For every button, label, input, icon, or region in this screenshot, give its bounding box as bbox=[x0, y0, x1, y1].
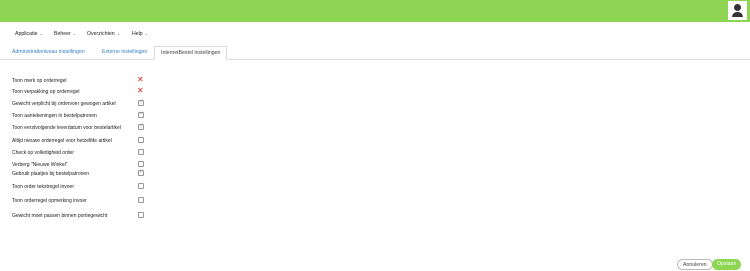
setting-label: Toon aantekeningen in bestelpatronen bbox=[12, 113, 97, 119]
user-icon-head bbox=[734, 4, 741, 11]
setting-row: Toon aantekeningen in bestelpatronen bbox=[12, 111, 152, 121]
menu-help[interactable]: Help ⌄ bbox=[132, 31, 148, 37]
setting-label: Toon orderregel opmerking invoer bbox=[12, 198, 87, 204]
checkbox[interactable] bbox=[138, 197, 144, 203]
checkbox-checked[interactable] bbox=[138, 99, 144, 106]
tab-bar: Administratieniveau instellingen Externe… bbox=[0, 46, 750, 60]
menu-bar: Applicatie ⌄ Beheer ⌄ Overzichten ⌄ Help ⌄ bbox=[0, 28, 750, 42]
setting-label: Toon merk op orderregel bbox=[12, 78, 67, 84]
setting-row: Toon orderregel opmerking invoer bbox=[12, 197, 152, 206]
checkbox[interactable] bbox=[138, 149, 144, 155]
checkbox[interactable] bbox=[138, 212, 144, 218]
setting-row: Verberg "Nieuwe Winkel" bbox=[12, 161, 152, 170]
setting-row: Gewicht verplicht bij ordervoer gewogen … bbox=[12, 99, 152, 109]
setting-row: Toon verpakking op orderregel ✕ bbox=[12, 87, 152, 97]
checkbox-checked[interactable] bbox=[138, 169, 144, 176]
setting-row: Toon merk op orderregel ✕ bbox=[12, 76, 152, 86]
top-bar bbox=[0, 0, 750, 22]
cross-icon[interactable]: ✕ bbox=[137, 87, 144, 95]
menu-label: Applicatie bbox=[15, 31, 38, 37]
menu-label: Help bbox=[132, 31, 143, 37]
setting-label: Check op volledigheid order bbox=[12, 150, 74, 156]
setting-row: Altijd nieuwe orderregel voor hetzelfde … bbox=[12, 137, 152, 146]
setting-label: Toon order tekstregel invoer bbox=[12, 184, 74, 190]
setting-label: Gewicht moet passen binnen portiegewicht bbox=[12, 213, 108, 219]
menu-beheer[interactable]: Beheer ⌄ bbox=[54, 31, 76, 37]
chevron-down-icon: ⌄ bbox=[72, 31, 77, 36]
setting-row: Check op volledigheid order bbox=[12, 149, 152, 158]
tab-externe[interactable]: Externe instellingen bbox=[96, 46, 153, 58]
checkbox-checked[interactable] bbox=[138, 111, 144, 118]
chevron-down-icon: ⌄ bbox=[116, 31, 121, 36]
setting-row: Toon order tekstregel invoer bbox=[12, 183, 152, 192]
setting-row: Gewicht moet passen binnen portiegewicht bbox=[12, 212, 152, 221]
checkbox[interactable] bbox=[138, 183, 144, 189]
chevron-down-icon: ⌄ bbox=[39, 31, 43, 36]
menu-label: Overzichten bbox=[87, 31, 115, 37]
checkbox[interactable] bbox=[138, 137, 144, 143]
setting-row: Toon eerstvolgende leverdatum voor beste… bbox=[12, 123, 152, 133]
setting-label: Toon verpakking op orderregel bbox=[12, 89, 80, 95]
setting-label: Toon eerstvolgende leverdatum voor beste… bbox=[12, 125, 121, 131]
setting-label: Verberg "Nieuwe Winkel" bbox=[12, 162, 68, 168]
setting-row: Gebruik plaatjes bij bestelpatronen bbox=[12, 169, 152, 179]
menu-overzichten[interactable]: Overzichten ⌄ bbox=[87, 31, 120, 37]
tab-administratieniveau[interactable]: Administratieniveau instellingen bbox=[6, 46, 91, 58]
user-icon[interactable] bbox=[728, 1, 747, 20]
cross-icon[interactable]: ✕ bbox=[137, 76, 144, 84]
checkbox-checked[interactable] bbox=[138, 123, 144, 130]
setting-label: Gewicht verplicht bij ordervoer gewogen … bbox=[12, 101, 116, 107]
menu-applicatie[interactable]: Applicatie ⌄ bbox=[15, 31, 43, 37]
cancel-button[interactable]: Annuleren bbox=[677, 259, 713, 270]
user-icon-body bbox=[732, 12, 743, 17]
menu-label: Beheer bbox=[54, 31, 71, 37]
setting-label: Gebruik plaatjes bij bestelpatronen bbox=[12, 171, 89, 177]
tab-internetbestel[interactable]: InternetBestel instellingen bbox=[154, 46, 228, 60]
save-button[interactable]: Opslaan bbox=[712, 259, 742, 270]
checkbox[interactable] bbox=[138, 161, 144, 167]
setting-label: Altijd nieuwe orderregel voor hetzelfde … bbox=[12, 138, 112, 144]
chevron-down-icon: ⌄ bbox=[144, 31, 149, 36]
